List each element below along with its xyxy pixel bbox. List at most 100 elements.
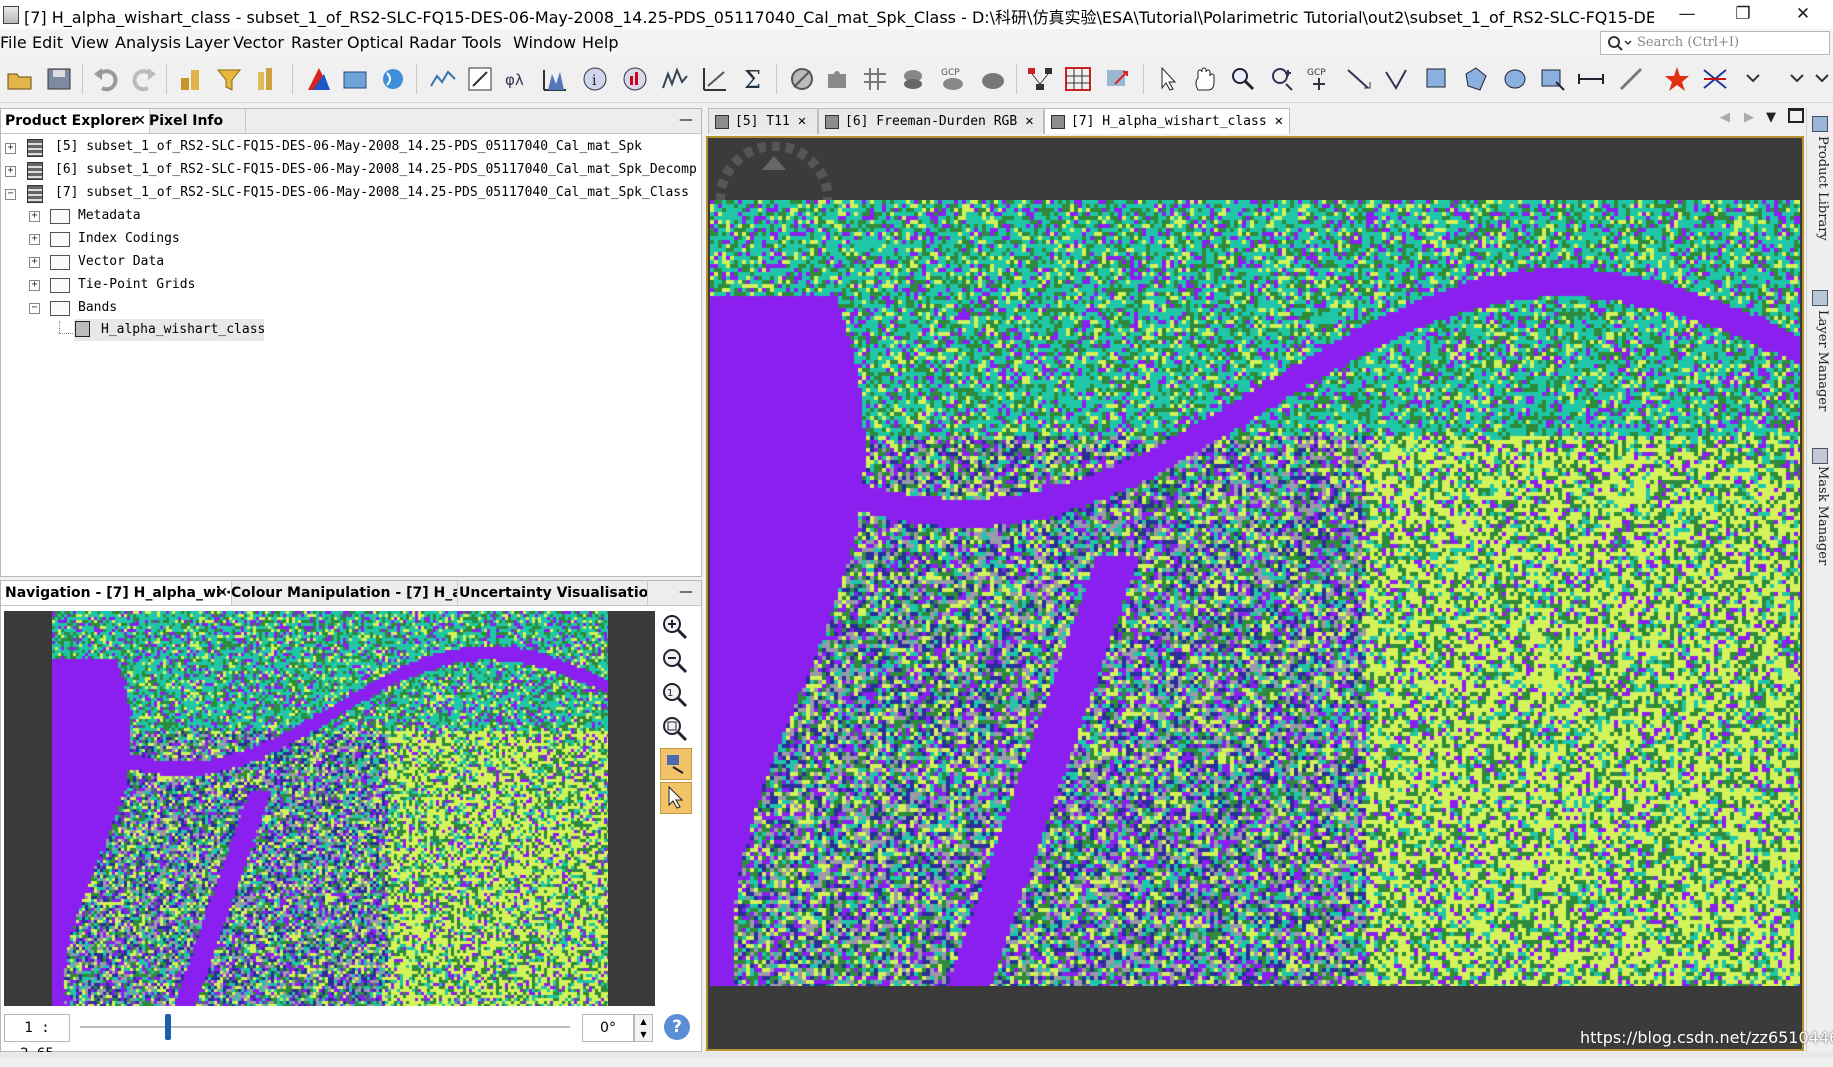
ellipse-draw-icon[interactable] — [1500, 64, 1530, 94]
collapse-icon[interactable]: − — [5, 189, 16, 200]
sidebar-mask-manager[interactable]: Mask Manager — [1810, 466, 1830, 565]
h-alpha-wishart-classification-image[interactable] — [710, 200, 1800, 986]
menu-help[interactable]: Help — [582, 33, 618, 52]
tab-h-alpha-wishart-class[interactable]: [7] H_alpha_wishart_class ✕ — [1044, 108, 1290, 134]
restore-button[interactable]: ❐ — [1718, 2, 1768, 26]
rotation-spinner[interactable]: ▲ ▼ — [634, 1014, 653, 1042]
pan-tool-icon[interactable] — [1190, 64, 1220, 94]
information-icon[interactable]: i — [580, 64, 610, 94]
rotation-field[interactable]: 0° — [582, 1014, 634, 1042]
close-window-button[interactable]: ✕ — [1778, 2, 1828, 26]
no-data-icon[interactable] — [787, 64, 817, 94]
magic-wand-icon[interactable] — [1538, 64, 1568, 94]
tree-product-5[interactable]: [5] subset_1_of_RS2-SLC-FQ15-DES-06-May-… — [55, 137, 642, 157]
expand-icon[interactable]: + — [29, 280, 40, 291]
menu-optical[interactable]: Optical — [347, 33, 404, 52]
grid-icon[interactable] — [860, 64, 890, 94]
zoom-slider-thumb[interactable] — [165, 1014, 172, 1040]
menu-radar[interactable]: Radar — [409, 33, 456, 52]
collapse-icon[interactable]: − — [29, 303, 40, 314]
globe-view-icon[interactable] — [378, 64, 408, 94]
redo-icon[interactable] — [128, 64, 158, 94]
tree-vector-data[interactable]: Vector Data — [78, 252, 164, 272]
tree-index-codings[interactable]: Index Codings — [78, 229, 180, 249]
gcp-tool-icon[interactable]: GCP — [1304, 64, 1334, 94]
star-tool-icon[interactable] — [1662, 64, 1692, 94]
tab-freeman-durden-rgb[interactable]: [6] Freeman-Durden RGB ✕ — [818, 108, 1044, 134]
close-tab-icon[interactable]: ✕ — [1275, 109, 1283, 134]
expand-icon[interactable]: + — [29, 234, 40, 245]
expand-icon[interactable]: + — [5, 166, 16, 177]
rgb-image-icon[interactable] — [304, 64, 334, 94]
tab-pixel-info[interactable]: Pixel Info — [145, 109, 246, 133]
zoom-all-icon[interactable] — [660, 714, 690, 744]
close-tab-icon[interactable]: ✕ — [1025, 109, 1033, 134]
graph-builder-icon[interactable] — [1025, 64, 1055, 94]
close-tab-icon[interactable]: ✕ — [798, 109, 806, 134]
toolbar-overflow-icon[interactable] — [1738, 64, 1768, 94]
toolbar-more2-icon[interactable] — [1810, 64, 1833, 94]
sync-cursor-icon[interactable] — [660, 782, 692, 814]
menu-layer[interactable]: Layer — [185, 33, 230, 52]
navigation-thumbnail-image[interactable] — [52, 611, 608, 1006]
menu-vector[interactable]: Vector — [233, 33, 284, 52]
menu-window[interactable]: Window — [513, 33, 576, 52]
search-input[interactable]: Search (Ctrl+I) — [1600, 31, 1830, 55]
tree-bands[interactable]: Bands — [78, 298, 117, 318]
stack-icon[interactable] — [898, 64, 928, 94]
wavelength-icon[interactable]: φλ — [503, 64, 533, 94]
menu-edit[interactable]: Edit — [32, 33, 63, 52]
open-product-icon[interactable] — [5, 64, 35, 94]
select-tool-icon[interactable] — [1152, 64, 1182, 94]
menu-view[interactable]: View — [71, 33, 109, 52]
band-maths-icon[interactable] — [176, 64, 206, 94]
tree-product-7[interactable]: [7] subset_1_of_RS2-SLC-FQ15-DES-06-May-… — [55, 183, 689, 203]
puzzle-icon[interactable] — [823, 64, 853, 94]
menu-analysis[interactable]: Analysis — [115, 33, 181, 52]
range-finder-icon[interactable] — [1576, 64, 1606, 94]
scroll-tabs-left-icon[interactable]: ◀ — [1720, 110, 1730, 125]
sidebar-layer-manager[interactable]: Layer Manager — [1810, 310, 1830, 411]
spectrum-icon[interactable] — [428, 64, 458, 94]
scatter-plot-icon[interactable] — [700, 64, 730, 94]
tab-navigation[interactable]: Navigation - [7] H_alpha_wi··· ✕ — [1, 581, 232, 605]
tab-uncertainty-visualisation[interactable]: Uncertainty Visualisation — [455, 581, 648, 605]
draw-line-icon[interactable] — [465, 64, 495, 94]
zoom-out-icon[interactable] — [660, 646, 690, 676]
cross-tool-icon[interactable] — [1700, 64, 1730, 94]
world-map-icon[interactable] — [340, 64, 370, 94]
sync-views-icon[interactable] — [660, 748, 692, 780]
scale-field[interactable]: 1 : 2.65 — [4, 1014, 70, 1062]
expand-icon[interactable]: + — [5, 143, 16, 154]
sidebar-product-library[interactable]: Product Library — [1810, 136, 1830, 241]
tab-product-explorer[interactable]: Product Explorer ✕ — [1, 109, 150, 133]
polygon-draw-icon[interactable] — [1460, 64, 1490, 94]
menu-file[interactable]: File — [0, 33, 27, 52]
minimize-panel-button[interactable]: — — [679, 109, 693, 131]
tree-tie-point-grids[interactable]: Tie-Point Grids — [78, 275, 195, 295]
minimize-panel-button[interactable]: — — [679, 581, 693, 603]
toolbar-more-icon[interactable] — [1782, 64, 1812, 94]
tree-metadata[interactable]: Metadata — [78, 206, 141, 226]
undo-icon[interactable] — [92, 64, 122, 94]
cloud-icon[interactable] — [978, 64, 1008, 94]
tab-colour-manipulation[interactable]: Colour Manipulation - [7] H_al··· — [227, 581, 458, 605]
zoom-in-icon[interactable] — [660, 612, 690, 642]
tab-t11[interactable]: [5] T11 ✕ — [708, 108, 818, 134]
save-product-icon[interactable] — [44, 64, 74, 94]
expand-icon[interactable]: + — [29, 211, 40, 222]
attach-pixel-icon[interactable] — [252, 64, 282, 94]
filter-band-icon[interactable] — [214, 64, 244, 94]
pin-tool-icon[interactable] — [1266, 64, 1296, 94]
polyline-draw-icon[interactable] — [1382, 64, 1412, 94]
tree-band-h-alpha-wishart-class[interactable]: H_alpha_wishart_class — [101, 320, 265, 340]
histogram-icon[interactable] — [540, 64, 570, 94]
scroll-tabs-right-icon[interactable]: ▶ — [1744, 110, 1754, 125]
ruler-icon[interactable] — [1616, 64, 1646, 94]
maximize-editor-icon[interactable] — [1788, 108, 1804, 123]
menu-raster[interactable]: Raster — [291, 33, 343, 52]
rectangle-draw-icon[interactable] — [1422, 64, 1452, 94]
line-draw-icon[interactable] — [1344, 64, 1374, 94]
profile-plot-icon[interactable] — [660, 64, 690, 94]
expand-icon[interactable]: + — [29, 257, 40, 268]
